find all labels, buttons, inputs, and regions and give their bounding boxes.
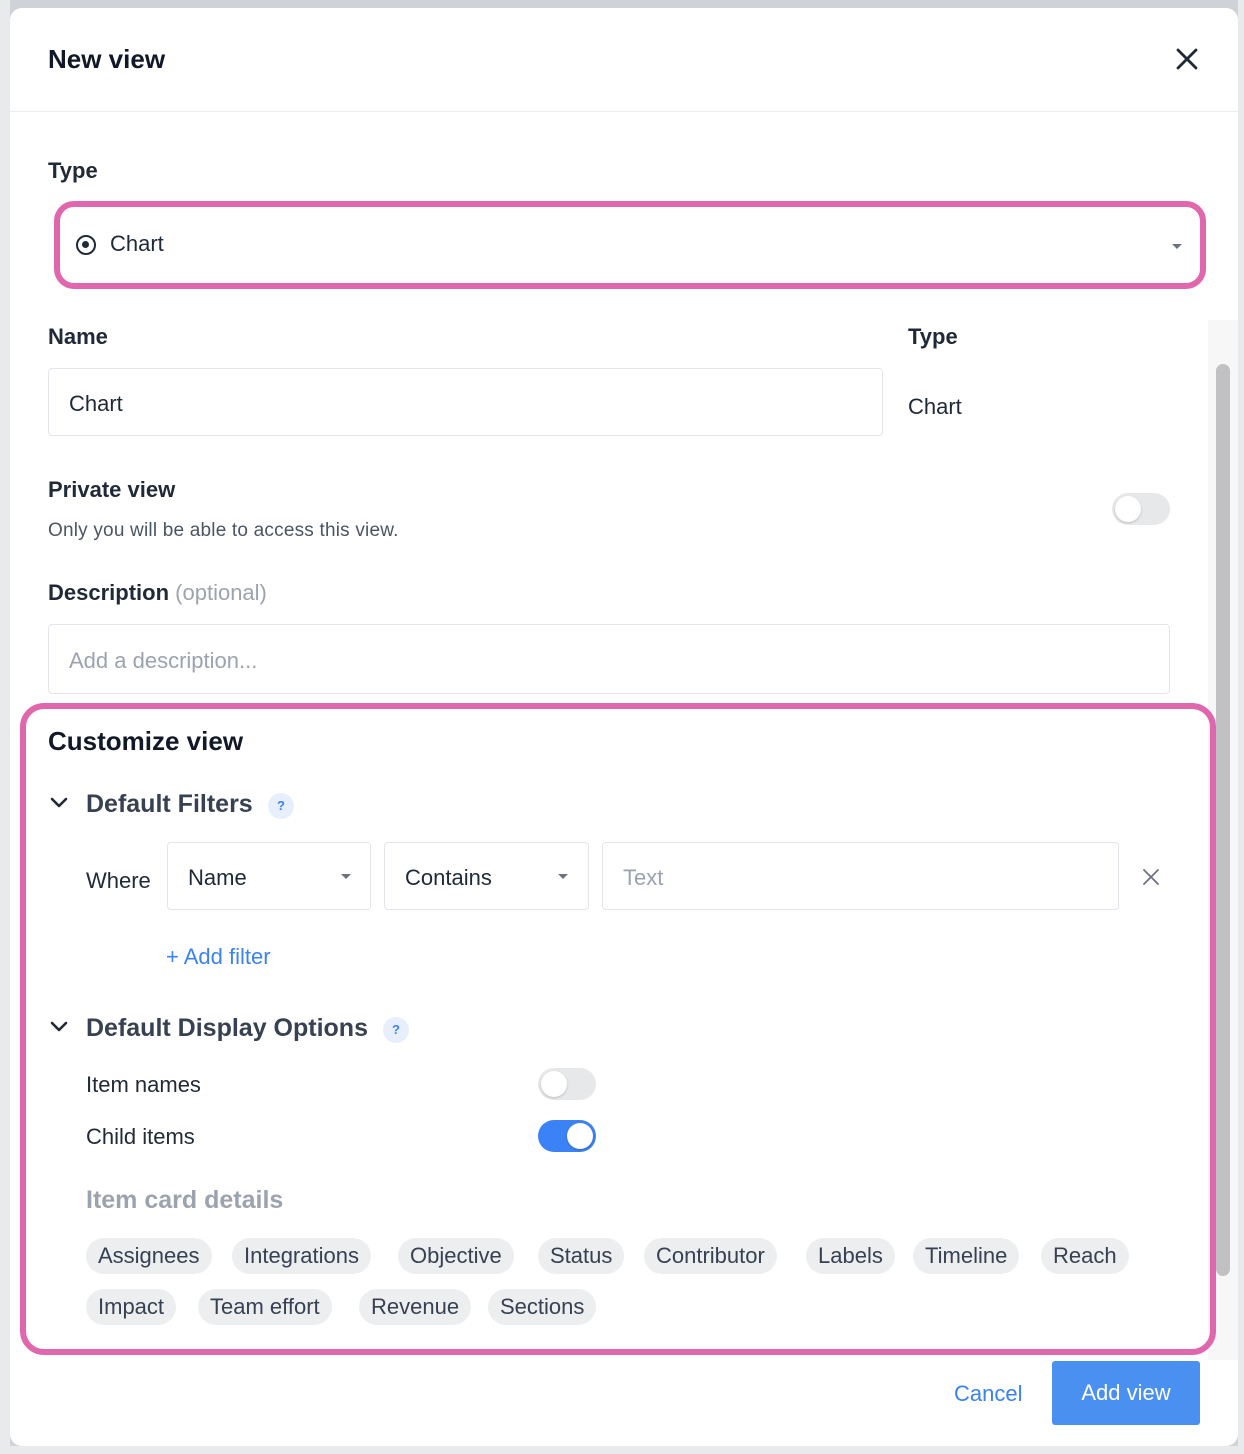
type-display-label: Type bbox=[908, 324, 958, 349]
filter-value-input[interactable]: Text bbox=[602, 842, 1119, 910]
child-items-toggle[interactable] bbox=[538, 1120, 596, 1152]
chip-labels[interactable]: Labels bbox=[806, 1238, 895, 1274]
private-view-help: Only you will be able to access this vie… bbox=[48, 520, 399, 541]
add-view-button[interactable]: Add view bbox=[1052, 1361, 1200, 1425]
close-button[interactable] bbox=[1170, 42, 1204, 76]
chevron-down-icon bbox=[341, 874, 351, 879]
chip-sections[interactable]: Sections bbox=[488, 1289, 597, 1325]
filter-operator-select[interactable]: Contains bbox=[384, 842, 589, 910]
modal-header: New view bbox=[10, 8, 1238, 112]
chip-reach[interactable]: Reach bbox=[1041, 1238, 1129, 1274]
chevron-down-icon bbox=[1172, 244, 1182, 249]
background-app-right bbox=[1238, 0, 1244, 1454]
new-view-modal: New view Type Chart Name Chart Type Char… bbox=[10, 8, 1238, 1446]
customize-view-title: Customize view bbox=[48, 726, 244, 756]
description-label-text: Description bbox=[48, 580, 170, 605]
chip-status[interactable]: Status bbox=[538, 1238, 625, 1274]
chip-contributor[interactable]: Contributor bbox=[644, 1238, 777, 1274]
default-filters-heading[interactable]: Default Filters bbox=[86, 790, 253, 819]
cancel-button[interactable]: Cancel bbox=[954, 1381, 1022, 1407]
chip-integrations[interactable]: Integrations bbox=[232, 1238, 371, 1274]
item-names-label: Item names bbox=[86, 1072, 201, 1097]
modal-title: New view bbox=[48, 44, 166, 74]
item-card-details-label: Item card details bbox=[86, 1186, 284, 1214]
filter-value-placeholder: Text bbox=[623, 865, 664, 890]
chip-timeline[interactable]: Timeline bbox=[913, 1238, 1020, 1274]
toggle-knob bbox=[541, 1071, 567, 1097]
chip-objective[interactable]: Objective bbox=[398, 1238, 514, 1274]
private-view-toggle[interactable] bbox=[1112, 493, 1170, 525]
filter-field-value: Name bbox=[188, 865, 247, 890]
chip-team-effort[interactable]: Team effort bbox=[198, 1289, 332, 1325]
chevron-down-icon[interactable] bbox=[48, 1016, 70, 1038]
type-select[interactable]: Chart bbox=[54, 201, 1206, 289]
description-optional: (optional) bbox=[175, 580, 267, 605]
filter-field-select[interactable]: Name bbox=[167, 842, 371, 910]
where-label: Where bbox=[86, 868, 151, 893]
filter-operator-value: Contains bbox=[405, 865, 492, 890]
toggle-knob bbox=[567, 1123, 593, 1149]
chip-impact[interactable]: Impact bbox=[86, 1289, 177, 1325]
toggle-knob bbox=[1115, 496, 1141, 522]
default-display-options-heading[interactable]: Default Display Options bbox=[86, 1014, 368, 1043]
name-label: Name bbox=[48, 324, 108, 349]
scrollbar-thumb[interactable] bbox=[1216, 364, 1230, 1276]
chip-assignees[interactable]: Assignees bbox=[86, 1238, 212, 1274]
remove-filter-icon[interactable] bbox=[1140, 866, 1162, 888]
chip-revenue[interactable]: Revenue bbox=[359, 1289, 472, 1325]
type-display-value: Chart bbox=[908, 394, 962, 419]
item-names-toggle[interactable] bbox=[538, 1068, 596, 1100]
type-select-value: Chart bbox=[110, 231, 164, 256]
close-icon bbox=[1176, 48, 1198, 70]
name-input-value: Chart bbox=[69, 391, 123, 416]
child-items-label: Child items bbox=[86, 1124, 195, 1149]
help-icon[interactable]: ? bbox=[383, 1017, 409, 1043]
radio-selected-icon bbox=[76, 235, 96, 255]
add-filter-button[interactable]: + Add filter bbox=[166, 944, 271, 970]
help-icon[interactable]: ? bbox=[268, 793, 294, 819]
name-input[interactable]: Chart bbox=[48, 368, 883, 436]
private-view-label: Private view bbox=[48, 477, 176, 502]
type-label: Type bbox=[48, 158, 98, 183]
background-app-left bbox=[0, 0, 10, 1454]
chevron-down-icon bbox=[558, 874, 568, 879]
description-input[interactable]: Add a description... bbox=[48, 624, 1170, 694]
description-label: Description (optional) bbox=[48, 580, 267, 606]
description-placeholder: Add a description... bbox=[69, 648, 258, 673]
chevron-down-icon[interactable] bbox=[48, 792, 70, 814]
background-app-bottom bbox=[0, 1446, 1244, 1454]
